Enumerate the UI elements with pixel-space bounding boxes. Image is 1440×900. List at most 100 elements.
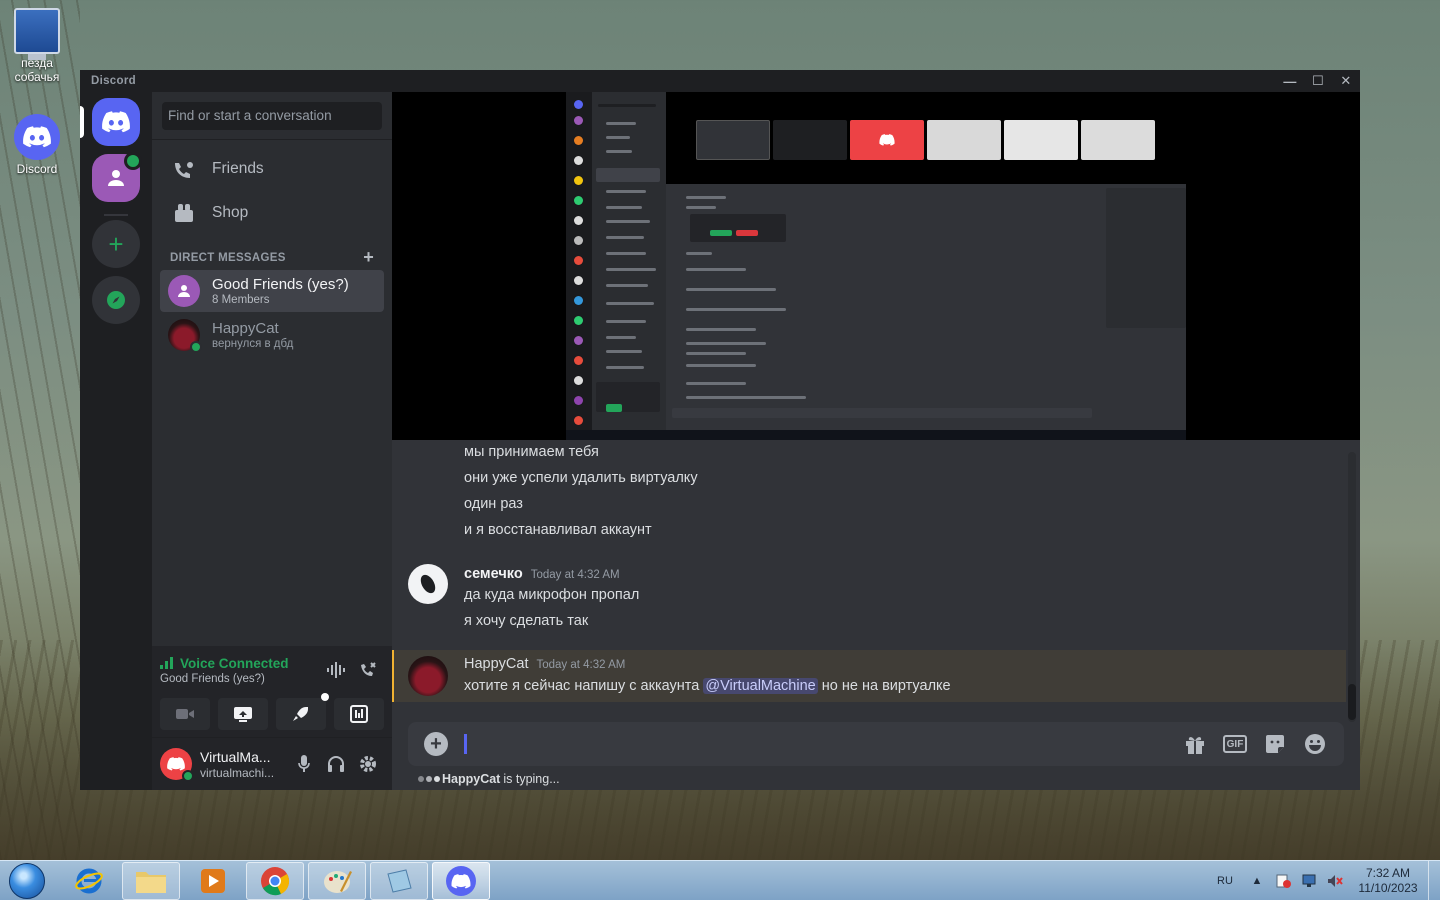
message-author[interactable]: HappyCat — [464, 656, 528, 672]
stream-mini-channel-list — [592, 92, 666, 440]
window-titlebar: Discord — ☐ ✕ — [80, 70, 1360, 92]
gif-icon: GIF — [1223, 735, 1247, 753]
start-button[interactable] — [4, 861, 50, 900]
online-status-dot — [182, 770, 194, 782]
stream-mini-taskbar — [566, 430, 1186, 440]
create-dm-button[interactable]: + — [363, 248, 374, 266]
taskbar-explorer[interactable] — [122, 862, 180, 900]
typing-dot — [418, 776, 424, 782]
camera-button[interactable] — [160, 698, 210, 730]
home-button[interactable] — [92, 98, 140, 146]
deafen-button[interactable] — [320, 748, 352, 780]
server-good-friends[interactable] — [92, 152, 142, 202]
discord-logo-icon — [446, 866, 476, 896]
scrollbar-track[interactable] — [1348, 452, 1356, 722]
noise-suppression-button[interactable] — [320, 654, 352, 686]
dm-item-happycat[interactable]: HappyCat вернулся в дбд — [160, 314, 384, 356]
taskbar-media-player[interactable] — [184, 862, 242, 900]
minimize-button[interactable]: — — [1276, 70, 1304, 92]
show-desktop-button[interactable] — [1428, 861, 1440, 900]
user-mention[interactable]: @VirtualMachine — [703, 678, 818, 694]
language-indicator[interactable]: RU — [1210, 872, 1240, 890]
user-avatar[interactable] — [160, 748, 194, 782]
show-hidden-icons-button[interactable]: ▲ — [1248, 872, 1266, 890]
window-title: Discord — [91, 75, 136, 87]
typing-text: is typing... — [503, 772, 560, 786]
message-content: хотите я сейчас напишу с аккаунта @Virtu… — [464, 678, 951, 694]
action-center-icon[interactable] — [1274, 872, 1292, 890]
taskbar-paint[interactable] — [308, 862, 366, 900]
discord-logo-icon — [167, 757, 185, 771]
windows-taskbar: RU ▲ 7:32 AM 11/10/2023 — [0, 860, 1440, 900]
desktop-icon-computer[interactable]: пезда собачья — [0, 8, 74, 84]
gift-button[interactable] — [1182, 731, 1208, 757]
avatar[interactable] — [408, 564, 448, 604]
friends-icon — [172, 157, 196, 181]
add-server-button[interactable]: + — [92, 220, 140, 268]
compass-icon — [107, 291, 125, 309]
soundboard-icon — [350, 705, 368, 723]
maximize-button[interactable]: ☐ — [1304, 70, 1332, 92]
typing-dot — [426, 776, 432, 782]
media-player-icon — [201, 869, 225, 893]
sticker-icon — [1266, 735, 1284, 753]
avatar — [168, 319, 202, 353]
new-badge-dot — [321, 693, 329, 701]
text-cursor — [464, 734, 467, 754]
upload-button[interactable]: + — [424, 732, 448, 756]
paint-icon — [324, 871, 352, 893]
folder-icon — [136, 872, 166, 893]
disconnect-button[interactable] — [352, 654, 384, 686]
system-tray: RU ▲ 7:32 AM 11/10/2023 — [1206, 861, 1440, 900]
soundboard-button[interactable] — [334, 698, 384, 730]
clock-time: 7:32 AM — [1365, 866, 1411, 880]
emoji-icon — [1305, 734, 1325, 754]
discord-logo-icon — [14, 114, 60, 160]
user-settings-button[interactable] — [352, 748, 384, 780]
dm-item-good-friends[interactable]: Good Friends (yes?) 8 Members — [160, 270, 384, 312]
message-composer[interactable]: + GIF — [408, 722, 1344, 766]
close-button[interactable]: ✕ — [1332, 70, 1360, 92]
message-line: мы принимаем тебя — [464, 444, 599, 460]
dm-sidebar: Find or start a conversation Friends Sho… — [152, 92, 392, 790]
server-separator — [104, 214, 128, 216]
gif-button[interactable]: GIF — [1222, 731, 1248, 757]
message-author[interactable]: семечко — [464, 566, 523, 582]
online-status-dot — [190, 341, 202, 353]
volume-muted-icon[interactable] — [1326, 872, 1344, 890]
message-line: я хочу сделать так — [464, 613, 589, 629]
desktop-icon-discord[interactable]: Discord — [0, 114, 74, 176]
taskbar-discord[interactable] — [432, 862, 490, 900]
message-list: мы принимаем тебя они уже успели удалить… — [392, 440, 1360, 702]
message-header: HappyCat Today at 4:32 AM — [464, 656, 625, 672]
taskbar-internet-explorer[interactable] — [60, 862, 118, 900]
voice-channel-name[interactable]: Good Friends (yes?) — [160, 673, 289, 685]
message-line: и я восстанавливал аккаунт — [464, 522, 652, 538]
explore-servers-button[interactable] — [92, 276, 140, 324]
voice-status: Voice Connected — [180, 655, 289, 671]
sticker-button[interactable] — [1262, 731, 1288, 757]
nav-shop[interactable]: Shop — [160, 192, 384, 234]
taskbar-notepad[interactable] — [370, 862, 428, 900]
activities-button[interactable] — [276, 693, 329, 730]
taskbar-chrome[interactable] — [246, 862, 304, 900]
windows-logo-icon — [9, 863, 45, 899]
emoji-button[interactable] — [1302, 731, 1328, 757]
mute-button[interactable] — [288, 748, 320, 780]
screen-share-button[interactable] — [218, 698, 268, 730]
chrome-icon — [261, 867, 290, 896]
scrollbar-thumb[interactable] — [1348, 684, 1356, 720]
plus-icon: + — [108, 228, 124, 259]
search-input[interactable]: Find or start a conversation — [162, 102, 382, 130]
screen-share-stream[interactable] — [392, 92, 1360, 440]
network-icon[interactable] — [1300, 872, 1318, 890]
nav-friends[interactable]: Friends — [160, 148, 384, 190]
voice-active-badge — [124, 152, 142, 170]
clock[interactable]: 7:32 AM 11/10/2023 — [1348, 866, 1428, 896]
stream-mini-server-rail — [566, 92, 592, 440]
message-timestamp: Today at 4:32 AM — [530, 569, 620, 581]
message-line: они уже успели удалить виртуалку — [464, 470, 698, 486]
computer-icon — [14, 8, 60, 60]
headphones-icon — [328, 756, 344, 772]
avatar[interactable] — [408, 656, 448, 696]
